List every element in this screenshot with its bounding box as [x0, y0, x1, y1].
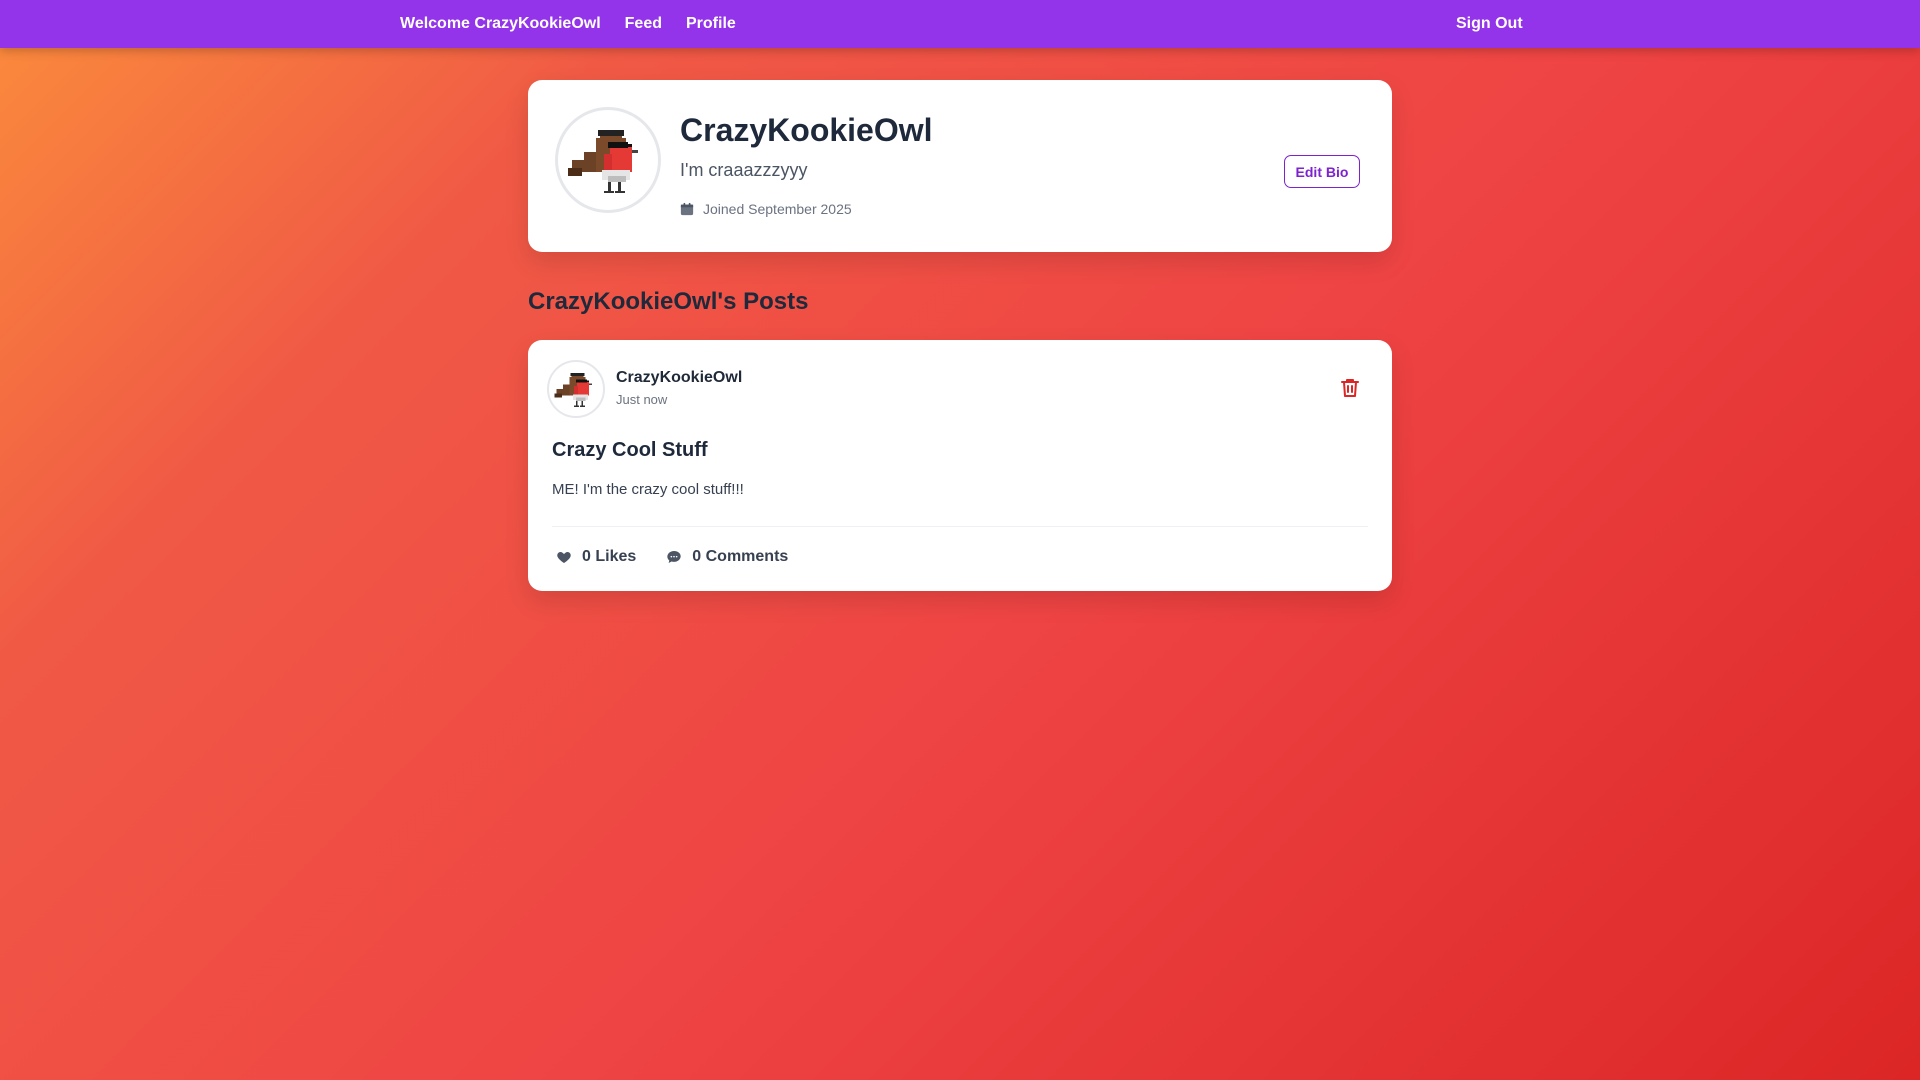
heart-icon: [557, 552, 571, 563]
post-body: ME! I'm the crazy cool stuff!!!: [552, 481, 744, 498]
calendar-icon: [680, 202, 694, 216]
post-timestamp: Just now: [616, 392, 668, 407]
nav-profile-link[interactable]: Profile: [686, 15, 736, 33]
joined-date: Joined September 2025: [680, 201, 852, 217]
nav-left-group: Welcome CrazyKookieOwl Feed Profile: [400, 0, 736, 48]
trash-icon: [1341, 379, 1359, 397]
edit-bio-button[interactable]: Edit Bio: [1284, 155, 1360, 188]
comments-button[interactable]: 0 Comments: [666, 548, 788, 566]
profile-card: CrazyKookieOwl I'm craaazzzyyy Joined Se…: [528, 80, 1392, 252]
post-card: CrazyKookieOwl Just now Crazy Cool Stuff…: [528, 340, 1392, 591]
posts-heading: CrazyKookieOwl's Posts: [528, 288, 809, 315]
like-button[interactable]: 0 Likes: [556, 548, 636, 566]
post-actions: 0 Likes 0 Comments: [556, 545, 788, 569]
comments-count: 0 Comments: [692, 548, 789, 565]
likes-count: 0 Likes: [582, 548, 637, 565]
pixel-robin-with-sunglasses-icon: [554, 372, 593, 407]
joined-text: Joined September 2025: [703, 201, 852, 217]
comment-icon: [667, 551, 681, 563]
top-navbar: Welcome CrazyKookieOwl Feed Profile Sign…: [0, 0, 1920, 48]
post-title: Crazy Cool Stuff: [552, 439, 708, 461]
delete-post-button[interactable]: [1338, 376, 1362, 400]
nav-right-group: Sign Out: [1456, 0, 1523, 48]
post-divider: [552, 526, 1368, 527]
sign-out-link[interactable]: Sign Out: [1456, 15, 1523, 33]
nav-feed-link[interactable]: Feed: [625, 15, 662, 33]
pixel-robin-with-sunglasses-icon: [568, 130, 638, 193]
profile-avatar: [555, 107, 661, 213]
post-author-avatar[interactable]: [547, 360, 605, 418]
nav-welcome-link[interactable]: Welcome CrazyKookieOwl: [400, 15, 601, 33]
profile-username: CrazyKookieOwl: [680, 112, 933, 148]
post-author-name[interactable]: CrazyKookieOwl: [616, 369, 742, 387]
profile-bio: I'm craaazzzyyy: [680, 160, 808, 180]
